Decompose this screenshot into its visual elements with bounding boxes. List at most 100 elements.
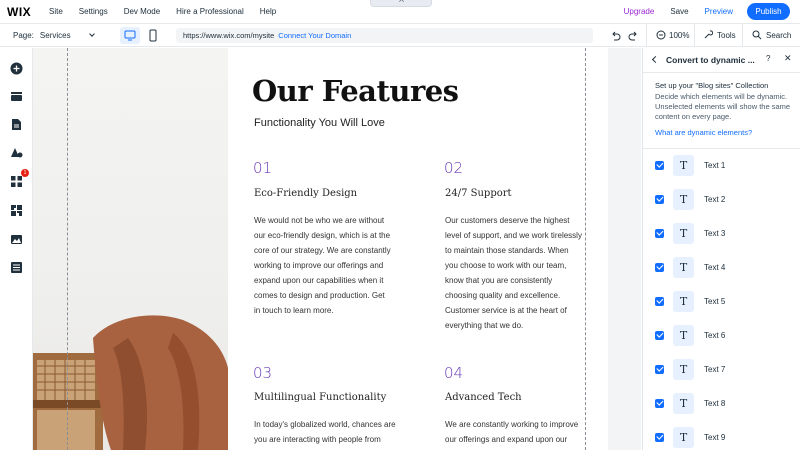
feature-body[interactable]: We would not be who we are without our e… <box>254 213 424 318</box>
element-label: Text 1 <box>704 160 726 170</box>
page-value: Services <box>39 30 71 40</box>
checkbox-checked[interactable] <box>655 228 664 238</box>
site-url-bar[interactable]: https://www.wix.com/mysite Connect Your … <box>176 28 593 43</box>
menu-dev-mode[interactable]: Dev Mode <box>124 7 160 16</box>
notification-badge: 1 <box>21 169 29 177</box>
feature-body[interactable]: We are constantly working to improve our… <box>445 417 621 447</box>
feature-body-line: expand upon our capabilities when it <box>254 276 384 285</box>
editor-toolbar: Page: Services https://www.wix.com/mysit… <box>0 24 800 47</box>
close-icon[interactable]: ✕ <box>784 53 792 64</box>
redo-icon[interactable] <box>628 30 639 41</box>
element-label: Text 5 <box>704 296 726 306</box>
feature-number[interactable]: 03 <box>253 364 272 382</box>
apps-icon[interactable] <box>10 175 23 188</box>
checkbox-checked[interactable] <box>655 296 664 306</box>
checkbox-checked[interactable] <box>655 432 664 442</box>
collapse-toolbar-tab[interactable] <box>370 0 432 7</box>
cms-icon[interactable] <box>10 261 23 274</box>
feature-number[interactable]: 02 <box>444 159 463 177</box>
editor-canvas[interactable]: Our Features Functionality You Will Love… <box>33 48 641 450</box>
checkbox-checked[interactable] <box>655 330 664 340</box>
pages-icon[interactable] <box>10 118 23 131</box>
feature-number[interactable]: 01 <box>253 159 272 177</box>
site-design-icon[interactable] <box>10 146 23 159</box>
feature-body[interactable]: Our customers deserve the highest level … <box>445 213 621 333</box>
features-subtitle[interactable]: Functionality You Will Love <box>254 117 385 129</box>
checkbox-checked[interactable] <box>655 364 664 374</box>
checkbox-checked[interactable] <box>655 160 664 170</box>
media-icon[interactable] <box>10 233 23 246</box>
checkbox-checked[interactable] <box>655 194 664 204</box>
dynamic-elements-help-link[interactable]: What are dynamic elements? <box>655 128 752 137</box>
left-layout-guide <box>67 48 68 450</box>
save-button[interactable]: Save <box>670 7 688 16</box>
menu-hire-professional[interactable]: Hire a Professional <box>176 7 244 16</box>
zoom-control[interactable]: 100% <box>656 30 689 40</box>
chair-photo[interactable] <box>33 48 228 450</box>
feature-heading[interactable]: Advanced Tech <box>445 392 522 403</box>
help-icon[interactable]: ? <box>766 54 770 63</box>
feature-heading[interactable]: Eco-Friendly Design <box>254 188 357 199</box>
tools-label: Tools <box>717 30 736 40</box>
feature-body-line: comes to design and production. Get <box>254 291 385 300</box>
element-row-text-6[interactable]: T Text 6 <box>643 318 800 352</box>
canvas-right-rail <box>620 48 641 450</box>
search-button[interactable]: Search <box>752 30 791 40</box>
feature-heading[interactable]: 24/7 Support <box>445 188 512 199</box>
element-row-text-1[interactable]: T Text 1 <box>643 148 800 182</box>
feature-body-line: you choose to work with our team, <box>445 261 567 270</box>
top-menu-bar: WIX Site Settings Dev Mode Hire a Profes… <box>0 0 800 24</box>
back-arrow-icon[interactable] <box>651 55 660 64</box>
chair-with-sweater-image <box>33 315 228 450</box>
element-row-text-8[interactable]: T Text 8 <box>643 386 800 420</box>
checkbox-checked[interactable] <box>655 398 664 408</box>
panel-title: Convert to dynamic ... <box>666 55 755 65</box>
element-row-text-7[interactable]: T Text 7 <box>643 352 800 386</box>
mobile-view-button[interactable] <box>143 27 163 44</box>
element-row-text-2[interactable]: T Text 2 <box>643 182 800 216</box>
page-selector[interactable]: Page: Services <box>13 31 113 40</box>
tools-button[interactable]: Tools <box>703 30 736 40</box>
desktop-view-button[interactable] <box>120 27 140 44</box>
feature-body-line: know that you are consistently <box>445 276 553 285</box>
panel-description: Decide which elements will be dynamic. U… <box>655 92 791 121</box>
text-element-icon: T <box>673 426 694 448</box>
element-row-text-4[interactable]: T Text 4 <box>643 250 800 284</box>
text-element-icon: T <box>673 222 694 244</box>
element-row-text-9[interactable]: T Text 9 <box>643 420 800 454</box>
toolbar-divider <box>694 24 695 47</box>
feature-body-line: We would not be who we are without <box>254 216 385 225</box>
feature-heading[interactable]: Multilingual Functionality <box>254 392 386 403</box>
toolbar-divider <box>742 24 743 47</box>
preview-button[interactable]: Preview <box>705 7 733 16</box>
element-label: Text 4 <box>704 262 726 272</box>
feature-body-line: Our customers deserve the highest <box>445 216 570 225</box>
text-element-icon: T <box>673 154 694 176</box>
menu-help[interactable]: Help <box>260 7 276 16</box>
wix-logo[interactable]: WIX <box>7 5 49 19</box>
feature-body-line: our eco-friendly design, which is at the <box>254 231 391 240</box>
feature-body[interactable]: In today's globalized world, chances are… <box>254 417 424 447</box>
top-actions: Upgrade Save Preview Publish <box>624 3 790 20</box>
add-section-icon[interactable] <box>10 90 23 103</box>
publish-button[interactable]: Publish <box>747 3 790 20</box>
add-elements-icon[interactable] <box>10 62 23 75</box>
desktop-icon <box>124 30 136 41</box>
connect-domain-link[interactable]: Connect Your Domain <box>278 31 351 40</box>
undo-icon[interactable] <box>610 30 621 41</box>
menu-settings[interactable]: Settings <box>79 7 108 16</box>
upgrade-link[interactable]: Upgrade <box>624 7 655 16</box>
search-label: Search <box>766 30 792 40</box>
checkbox-checked[interactable] <box>655 262 664 272</box>
feature-number[interactable]: 04 <box>444 364 463 382</box>
business-tools-icon[interactable] <box>10 204 23 217</box>
left-toolbar: 1 <box>0 48 33 450</box>
feature-body-line: to maintain those standards. When <box>445 246 569 255</box>
element-row-text-3[interactable]: T Text 3 <box>643 216 800 250</box>
zoom-out-icon <box>656 30 666 40</box>
feature-body-line: core of our strategy. We are constantly <box>254 246 391 255</box>
element-row-text-5[interactable]: T Text 5 <box>643 284 800 318</box>
features-title[interactable]: Our Features <box>252 74 459 108</box>
menu-site[interactable]: Site <box>49 7 63 16</box>
zoom-level: 100% <box>669 30 690 40</box>
